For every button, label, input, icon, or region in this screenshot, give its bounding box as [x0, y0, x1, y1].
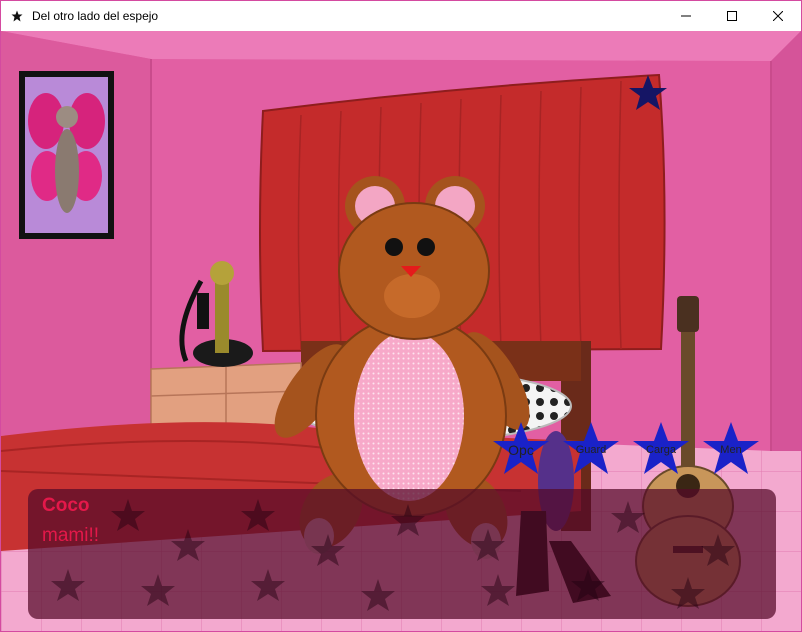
quick-menu-menu-label: Men [720, 444, 742, 456]
framed-cat-picture [19, 71, 114, 239]
game-scene[interactable]: Opc Guard Carga Men Coco mami!! [1, 31, 801, 631]
close-button[interactable] [755, 1, 801, 31]
quick-menu-options-button[interactable]: Opc [491, 420, 551, 480]
minimize-icon [681, 15, 691, 17]
minimize-button[interactable] [663, 1, 709, 31]
star-icon [10, 9, 24, 23]
quick-menu-options-label: Opc [508, 442, 534, 458]
quick-menu-load-label: Carga [646, 444, 676, 456]
maximize-button[interactable] [709, 1, 755, 31]
close-icon [773, 11, 783, 21]
dialogue-box[interactable]: Coco mami!! [28, 489, 776, 619]
speaker-name: Coco [42, 495, 90, 516]
quick-menu-save-label: Guard [575, 444, 607, 456]
dialogue-text: mami!! [42, 525, 99, 546]
game-window: Del otro lado del espejo Opc Guard Carga… [0, 0, 802, 632]
maximize-icon [727, 11, 737, 21]
window-title: Del otro lado del espejo [32, 9, 159, 23]
dialogue-star-pattern [51, 499, 735, 611]
quick-menu-menu-button[interactable]: Men [701, 420, 761, 480]
title-bar[interactable]: Del otro lado del espejo [1, 1, 801, 31]
quick-menu-load-button[interactable]: Carga [631, 420, 691, 480]
quick-menu-save-button[interactable]: Guard [561, 420, 621, 480]
